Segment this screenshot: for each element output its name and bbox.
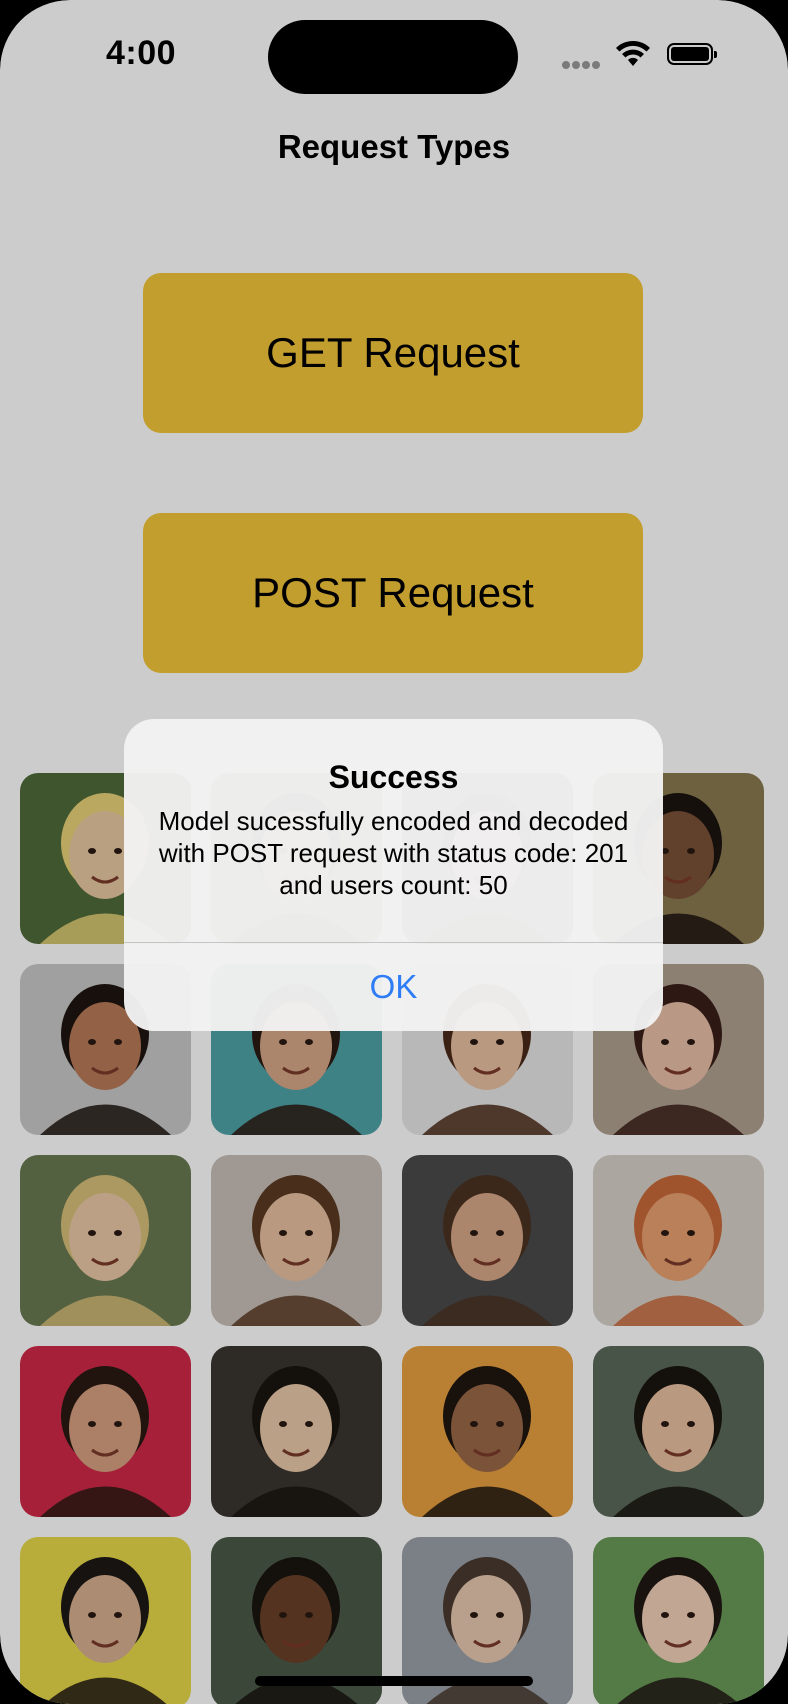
alert-title: Success (328, 759, 459, 795)
home-indicator[interactable] (255, 1676, 533, 1686)
alert-ok-button[interactable]: OK (124, 943, 663, 1031)
phone-frame: 4:00 Request Types GET Request POST Requ… (0, 0, 788, 1704)
success-alert: Success Model sucessfully encoded and de… (124, 719, 663, 1031)
alert-message: Model sucessfully encoded and decoded wi… (158, 806, 629, 900)
app-screen: 4:00 Request Types GET Request POST Requ… (0, 0, 788, 1704)
